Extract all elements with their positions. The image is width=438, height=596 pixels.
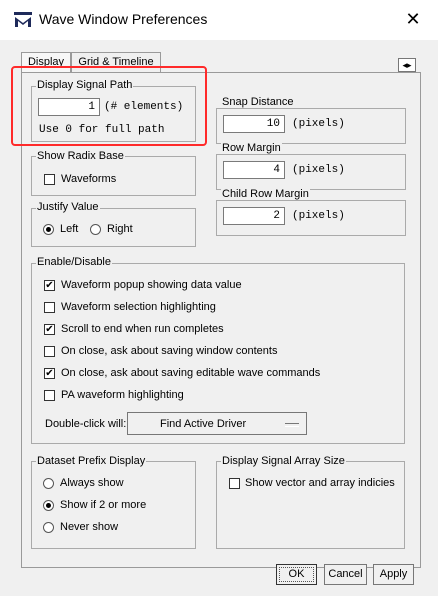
child-row-margin-input[interactable]: 2	[223, 207, 285, 225]
justify-right-label: Right	[107, 223, 133, 235]
justify-left-radio[interactable]	[43, 224, 54, 235]
double-click-label: Double-click will:	[45, 418, 127, 430]
ok-button[interactable]: OK	[276, 564, 317, 585]
apply-button[interactable]: Apply	[373, 564, 414, 585]
cancel-button[interactable]: Cancel	[324, 564, 367, 585]
dropdown-indicator-icon	[285, 423, 299, 427]
pa-waveform-label: PA waveform highlighting	[61, 389, 184, 401]
highlight-annotation-box	[11, 66, 207, 146]
window-title: Wave Window Preferences	[39, 11, 208, 27]
tab-scroll-arrows-icon[interactable]: ◂▸	[398, 58, 416, 72]
waveform-selection-label: Waveform selection highlighting	[61, 301, 216, 313]
snap-distance-input[interactable]: 10	[223, 115, 285, 133]
always-show-label: Always show	[60, 477, 124, 489]
app-logo-icon	[14, 12, 32, 28]
waveforms-checkbox[interactable]	[44, 174, 55, 185]
show-if-2-radio[interactable]	[43, 500, 54, 511]
scroll-to-end-label: Scroll to end when run completes	[61, 323, 224, 335]
ask-save-window-label: On close, ask about saving window conten…	[61, 345, 278, 357]
child-row-margin-label: Child Row Margin	[221, 188, 310, 200]
scroll-to-end-checkbox[interactable]: ✔	[44, 324, 55, 335]
ask-save-wave-commands-checkbox[interactable]: ✔	[44, 368, 55, 379]
waveform-selection-checkbox[interactable]	[44, 302, 55, 313]
waveform-popup-checkbox[interactable]: ✔	[44, 280, 55, 291]
always-show-radio[interactable]	[43, 478, 54, 489]
waveform-popup-label: Waveform popup showing data value	[61, 279, 242, 291]
show-vector-checkbox[interactable]	[229, 478, 240, 489]
child-row-margin-unit: (pixels)	[292, 210, 345, 222]
ask-save-window-checkbox[interactable]	[44, 346, 55, 357]
signal-array-size-group	[216, 461, 405, 549]
waveforms-label: Waveforms	[61, 173, 117, 185]
signal-array-size-label: Display Signal Array Size	[221, 455, 346, 467]
justify-value-label: Justify Value	[36, 201, 100, 213]
show-vector-label: Show vector and array indicies	[245, 477, 395, 489]
dataset-prefix-label: Dataset Prefix Display	[36, 455, 147, 467]
enable-disable-label: Enable/Disable	[36, 256, 112, 268]
justify-right-radio[interactable]	[90, 224, 101, 235]
double-click-value: Find Active Driver	[160, 418, 247, 430]
never-show-label: Never show	[60, 521, 119, 533]
row-margin-unit: (pixels)	[292, 164, 345, 176]
show-if-2-label: Show if 2 or more	[60, 499, 147, 511]
row-margin-label: Row Margin	[221, 142, 282, 154]
never-show-radio[interactable]	[43, 522, 54, 533]
show-radix-base-label: Show Radix Base	[36, 150, 125, 162]
double-click-dropdown[interactable]: Find Active Driver	[127, 412, 307, 435]
snap-distance-unit: (pixels)	[292, 118, 345, 130]
row-margin-input[interactable]: 4	[223, 161, 285, 179]
pa-waveform-checkbox[interactable]	[44, 390, 55, 401]
ask-save-wave-commands-label: On close, ask about saving editable wave…	[61, 367, 321, 379]
justify-left-label: Left	[60, 223, 79, 235]
snap-distance-label: Snap Distance	[221, 96, 295, 108]
close-icon[interactable]: ✕	[404, 8, 422, 30]
